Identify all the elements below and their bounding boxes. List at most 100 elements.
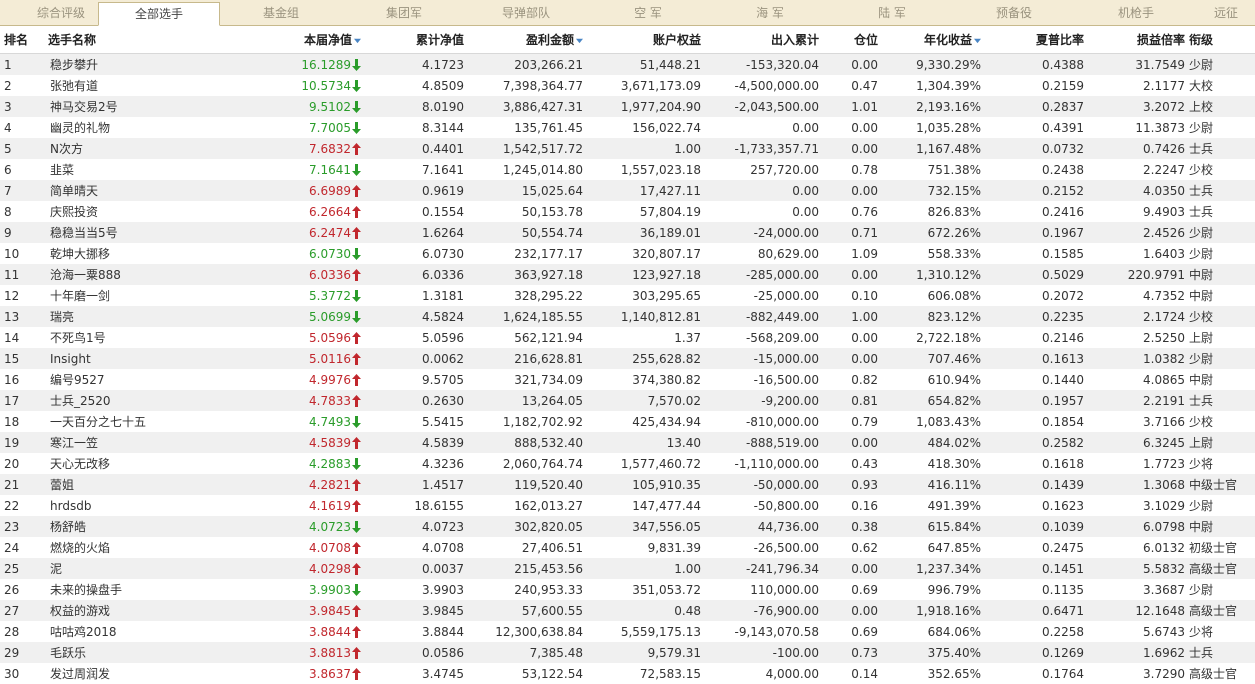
sort-down-icon[interactable] (576, 37, 583, 44)
current-nav-cell: 3.8813 (180, 642, 363, 663)
table-row[interactable]: 16编号95274.99769.5705321,734.09374,380.82… (0, 369, 1255, 390)
equity-cell: 13.40 (585, 432, 703, 453)
player-name-cell[interactable]: 神马交易2号 (46, 96, 180, 117)
table-row[interactable]: 23杨舒皓4.07234.0723302,820.05347,556.0544,… (0, 516, 1255, 537)
table-body: 1稳步攀升16.12894.1723203,266.2151,448.21-15… (0, 54, 1255, 684)
equity-cell: 1.00 (585, 138, 703, 159)
player-name-cell[interactable]: 毛跃乐 (46, 642, 180, 663)
col-annual-return-header[interactable]: 年化收益 (880, 26, 983, 54)
player-name-cell[interactable]: 天心无改移 (46, 453, 180, 474)
position-cell: 0.00 (821, 327, 880, 348)
cumulative-nav-cell: 0.0586 (363, 642, 466, 663)
player-name-cell[interactable]: 十年磨一剑 (46, 285, 180, 306)
table-row[interactable]: 19寒江一笠4.58394.5839888,532.4013.40-888,51… (0, 432, 1255, 453)
table-row[interactable]: 20天心无改移4.28834.32362,060,764.741,577,460… (0, 453, 1255, 474)
table-row[interactable]: 22hrdsdb4.161918.6155162,013.27147,477.4… (0, 495, 1255, 516)
table-row[interactable]: 1稳步攀升16.12894.1723203,266.2151,448.21-15… (0, 54, 1255, 76)
tab-navy[interactable]: 海 军 (709, 2, 831, 25)
player-name-cell[interactable]: 庆熙投资 (46, 201, 180, 222)
sort-down-icon[interactable] (974, 37, 981, 44)
grade-cell: 少尉 (1187, 222, 1255, 243)
player-name-cell[interactable]: 杨舒皓 (46, 516, 180, 537)
player-name-cell[interactable]: 编号9527 (46, 369, 180, 390)
table-row[interactable]: 5N次方7.68320.44011,542,517.721.00-1,733,3… (0, 138, 1255, 159)
table-row[interactable]: 15Insight5.01160.0062216,628.81255,628.8… (0, 348, 1255, 369)
arrow-up-icon (352, 332, 361, 344)
table-row[interactable]: 9稳稳当当5号6.24741.626450,554.7436,189.01-24… (0, 222, 1255, 243)
player-name-cell[interactable]: 未来的操盘手 (46, 579, 180, 600)
player-name-cell[interactable]: 发过周润发 (46, 663, 180, 684)
player-name-cell[interactable]: 一天百分之七十五 (46, 411, 180, 432)
sharpe-cell: 0.2837 (983, 96, 1086, 117)
player-name-cell[interactable]: 幽灵的礼物 (46, 117, 180, 138)
current-nav-cell: 5.0596 (180, 327, 363, 348)
player-name-cell[interactable]: 泥 (46, 558, 180, 579)
rank-cell: 3 (0, 96, 46, 117)
player-name-cell[interactable]: 稳步攀升 (46, 54, 180, 76)
table-row[interactable]: 18一天百分之七十五4.74935.54151,182,702.92425,43… (0, 411, 1255, 432)
player-name-cell[interactable]: 燃烧的火焰 (46, 537, 180, 558)
tab-reserve[interactable]: 预备役 (953, 2, 1075, 25)
player-name-cell[interactable]: 不死鸟1号 (46, 327, 180, 348)
player-name-cell[interactable]: 张弛有道 (46, 75, 180, 96)
table-row[interactable]: 13瑞亮5.06994.58241,624,185.551,140,812.81… (0, 306, 1255, 327)
player-name-cell[interactable]: 沧海一粟888 (46, 264, 180, 285)
tab-expedition[interactable]: 远征 (1197, 2, 1255, 25)
current-nav-value: 3.8637 (309, 667, 351, 681)
table-row[interactable]: 30发过周润发3.86373.474553,122.5472,583.154,0… (0, 663, 1255, 684)
table-row[interactable]: 21蕾姐4.28211.4517119,520.40105,910.35-50,… (0, 474, 1255, 495)
player-name-cell[interactable]: 瑞亮 (46, 306, 180, 327)
table-row[interactable]: 28咕咕鸡20183.88443.884412,300,638.845,559,… (0, 621, 1255, 642)
table-row[interactable]: 7简单晴天6.69890.961915,025.6417,427.110.000… (0, 180, 1255, 201)
player-name-cell[interactable]: 蕾姐 (46, 474, 180, 495)
tab-machine-gunner[interactable]: 机枪手 (1075, 2, 1197, 25)
annual-return-cell: 1,083.43% (880, 411, 983, 432)
cumulative-nav-cell: 5.5415 (363, 411, 466, 432)
net-flow-cell: -9,200.00 (703, 390, 821, 411)
col-current-nav-header[interactable]: 本届净值 (180, 26, 363, 54)
player-name-cell[interactable]: 士兵_2520 (46, 390, 180, 411)
player-name-cell[interactable]: Insight (46, 348, 180, 369)
player-name-cell[interactable]: 稳稳当当5号 (46, 222, 180, 243)
table-row[interactable]: 11沧海一粟8886.03366.0336363,927.18123,927.1… (0, 264, 1255, 285)
tab-missile-force[interactable]: 导弹部队 (465, 2, 587, 25)
profit-cell: 562,121.94 (466, 327, 585, 348)
player-name-cell[interactable]: 简单晴天 (46, 180, 180, 201)
pl-ratio-cell: 9.4903 (1086, 201, 1187, 222)
cumulative-nav-cell: 5.0596 (363, 327, 466, 348)
tab-air-force[interactable]: 空 军 (587, 2, 709, 25)
col-account-equity-header: 账户权益 (585, 26, 703, 54)
table-row[interactable]: 12十年磨一剑5.37721.3181328,295.22303,295.65-… (0, 285, 1255, 306)
table-row[interactable]: 17士兵_25204.78330.263013,264.057,570.02-9… (0, 390, 1255, 411)
table-header-row: 排名选手名称本届净值累计净值盈利金额账户权益出入累计仓位年化收益夏普比率损益倍率… (0, 26, 1255, 54)
arrow-up-icon (352, 605, 361, 617)
tab-fund-group[interactable]: 基金组 (220, 2, 342, 25)
player-name-cell[interactable]: 权益的游戏 (46, 600, 180, 621)
table-row[interactable]: 10乾坤大挪移6.07306.0730232,177.17320,807.178… (0, 243, 1255, 264)
table-row[interactable]: 27权益的游戏3.98453.984557,600.550.48-76,900.… (0, 600, 1255, 621)
col-profit-amount-header[interactable]: 盈利金额 (466, 26, 585, 54)
table-row[interactable]: 4幽灵的礼物7.70058.3144135,761.45156,022.740.… (0, 117, 1255, 138)
tab-all-players[interactable]: 全部选手 (98, 2, 220, 26)
player-name-cell[interactable]: 寒江一笠 (46, 432, 180, 453)
sharpe-cell: 0.1854 (983, 411, 1086, 432)
table-row[interactable]: 6韭菜7.16417.16411,245,014.801,557,023.182… (0, 159, 1255, 180)
table-row[interactable]: 8庆熙投资6.26640.155450,153.7857,804.190.000… (0, 201, 1255, 222)
table-row[interactable]: 14不死鸟1号5.05965.0596562,121.941.37-568,20… (0, 327, 1255, 348)
table-row[interactable]: 26未来的操盘手3.99033.9903240,953.33351,053.72… (0, 579, 1255, 600)
player-name-cell[interactable]: 乾坤大挪移 (46, 243, 180, 264)
table-row[interactable]: 25泥4.02980.0037215,453.561.00-241,796.34… (0, 558, 1255, 579)
sort-down-icon[interactable] (354, 37, 361, 44)
tab-ground-force[interactable]: 陆 军 (831, 2, 953, 25)
player-name-cell[interactable]: hrdsdb (46, 495, 180, 516)
table-row[interactable]: 24燃烧的火焰4.07084.070827,406.519,831.39-26,… (0, 537, 1255, 558)
player-name-cell[interactable]: N次方 (46, 138, 180, 159)
tab-army-group[interactable]: 集团军 (343, 2, 465, 25)
sharpe-cell: 0.2582 (983, 432, 1086, 453)
table-row[interactable]: 3神马交易2号9.51028.01903,886,427.311,977,204… (0, 96, 1255, 117)
position-cell: 0.73 (821, 642, 880, 663)
player-name-cell[interactable]: 咕咕鸡2018 (46, 621, 180, 642)
table-row[interactable]: 29毛跃乐3.88130.05867,385.489,579.31-100.00… (0, 642, 1255, 663)
table-row[interactable]: 2张弛有道10.57344.85097,398,364.773,671,173.… (0, 75, 1255, 96)
player-name-cell[interactable]: 韭菜 (46, 159, 180, 180)
